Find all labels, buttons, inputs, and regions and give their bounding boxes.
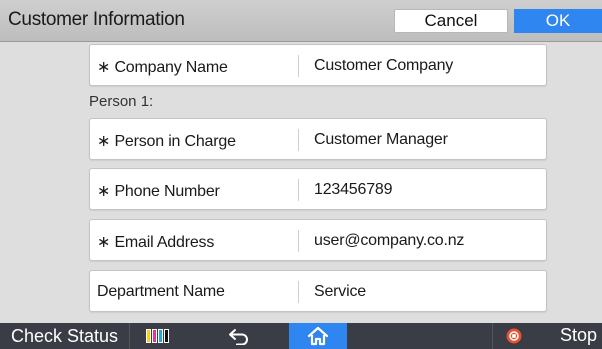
- check-status-button[interactable]: Check Status: [0, 323, 130, 349]
- back-button[interactable]: [212, 323, 266, 349]
- stop-button[interactable]: Stop: [560, 325, 597, 346]
- toner-cyan: [158, 329, 163, 343]
- person-section-label: Person 1:: [89, 93, 154, 110]
- page-title: Customer Information: [8, 9, 185, 30]
- person-in-charge-label: ∗ Person in Charge: [97, 133, 236, 150]
- form-area: ∗ Company Name Customer Company Person 1…: [0, 42, 602, 323]
- ok-button[interactable]: OK: [514, 9, 602, 33]
- cancel-button[interactable]: Cancel: [394, 9, 508, 33]
- email-address-field[interactable]: ∗ Email Address user@company.co.nz: [89, 219, 547, 261]
- company-name-value: Customer Company: [314, 57, 454, 74]
- toner-black: [164, 329, 169, 343]
- field-divider: [298, 281, 299, 303]
- bar-divider: [492, 323, 493, 349]
- phone-number-value: 123456789: [314, 181, 393, 198]
- bottom-bar: Check Status Stop: [0, 323, 602, 349]
- company-name-field[interactable]: ∗ Company Name Customer Company: [89, 44, 547, 86]
- phone-number-label: ∗ Phone Number: [97, 183, 220, 200]
- email-address-label: ∗ Email Address: [97, 234, 215, 251]
- field-divider: [298, 129, 299, 151]
- department-name-value: Service: [314, 283, 366, 300]
- department-name-label: Department Name: [97, 283, 225, 300]
- toner-yellow: [146, 329, 151, 343]
- title-bar: Customer Information Cancel OK: [0, 0, 602, 42]
- company-name-label: ∗ Company Name: [97, 59, 228, 76]
- phone-number-field[interactable]: ∗ Phone Number 123456789: [89, 168, 547, 210]
- person-in-charge-field[interactable]: ∗ Person in Charge Customer Manager: [89, 118, 547, 160]
- toner-level-icon: [146, 329, 169, 343]
- field-divider: [298, 230, 299, 252]
- home-button[interactable]: [289, 323, 347, 349]
- email-address-value: user@company.co.nz: [314, 232, 465, 249]
- field-divider: [298, 179, 299, 201]
- department-name-field[interactable]: Department Name Service: [89, 270, 547, 312]
- person-in-charge-value: Customer Manager: [314, 131, 448, 148]
- toner-magenta: [152, 329, 157, 343]
- field-divider: [298, 55, 299, 77]
- back-arrow-icon: [229, 329, 248, 345]
- stop-icon[interactable]: [506, 328, 522, 344]
- home-icon: [307, 326, 329, 346]
